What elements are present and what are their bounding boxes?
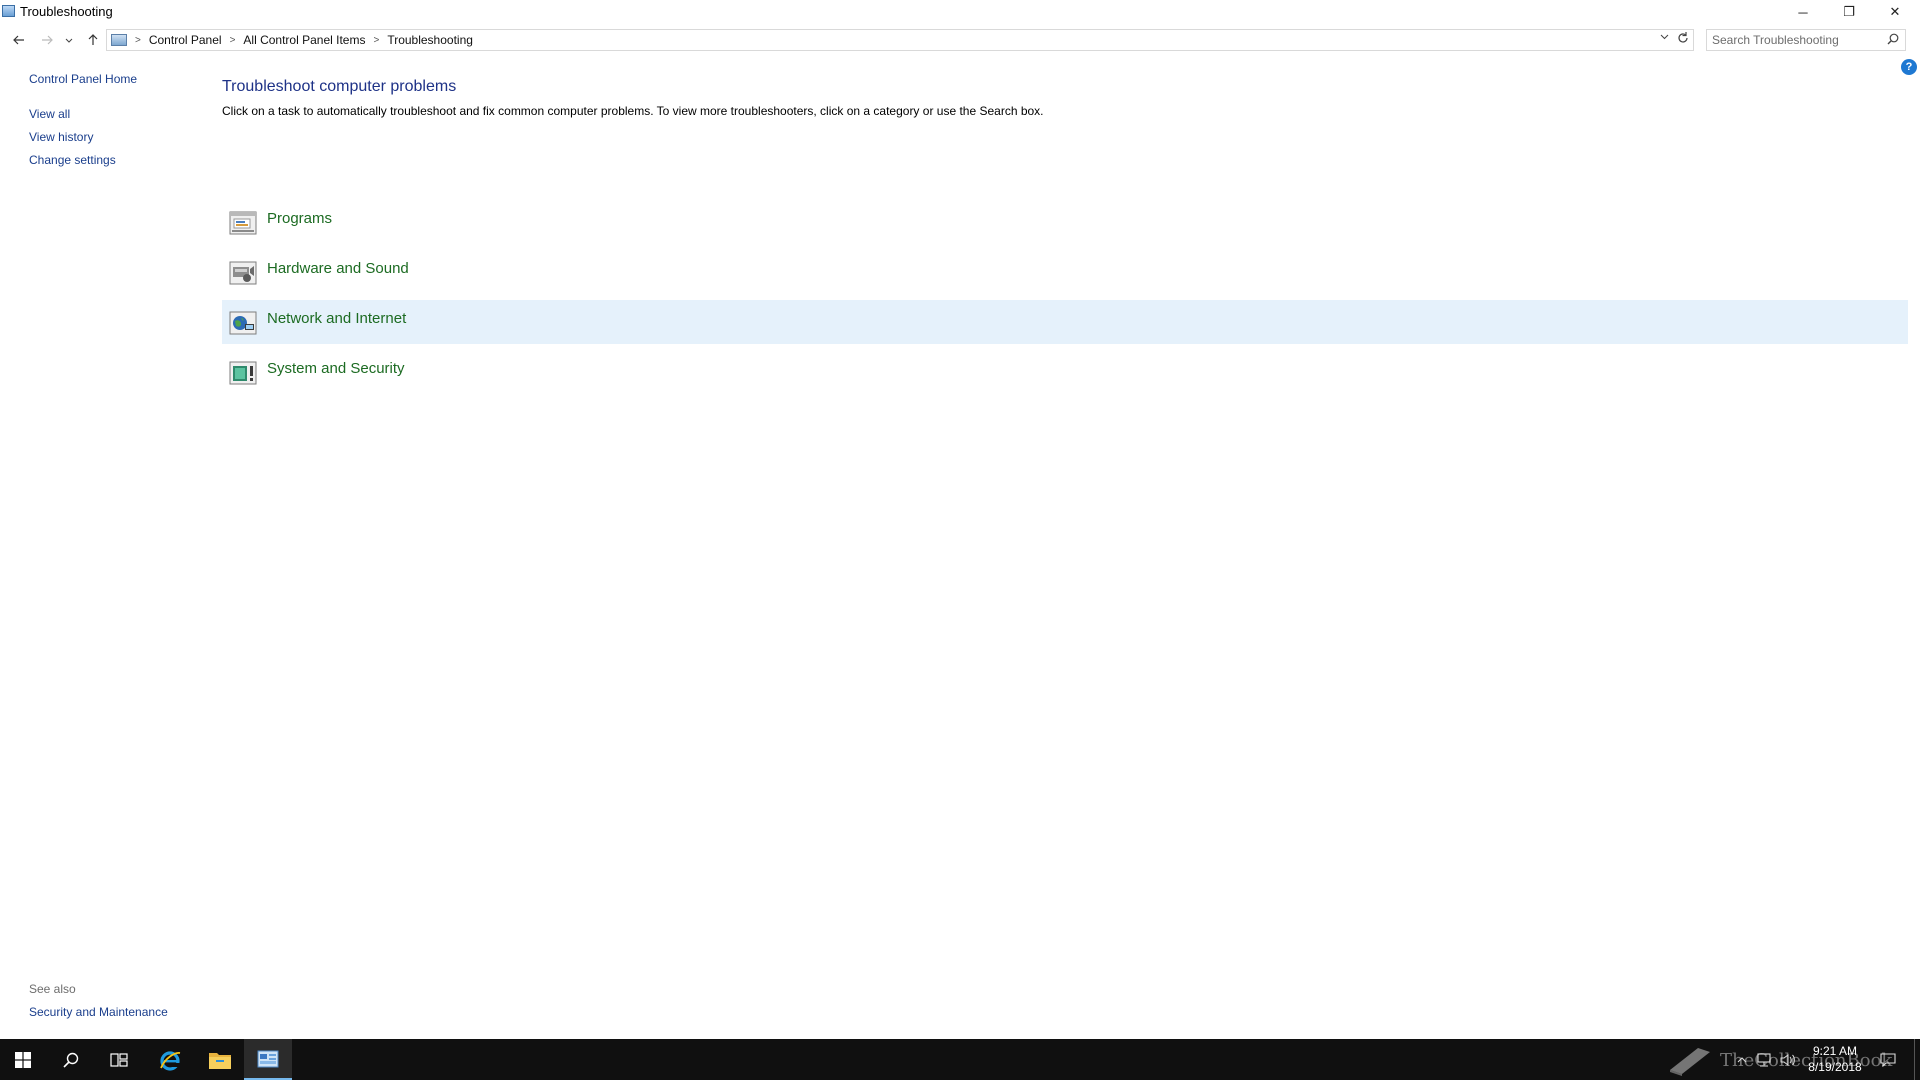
taskbar-clock[interactable]: 9:21 AM 8/19/2018 <box>1800 1043 1870 1075</box>
control-panel-icon <box>257 1050 279 1067</box>
category-hardware-and-sound[interactable]: Hardware and Sound <box>222 250 1908 294</box>
breadcrumb-separator-icon[interactable]: > <box>135 35 141 46</box>
clock-time: 9:21 AM <box>1812 1044 1858 1058</box>
volume-tray-button[interactable] <box>1778 1039 1798 1080</box>
page-description: Click on a task to automatically trouble… <box>222 104 1044 118</box>
show-hidden-icons-button[interactable] <box>1733 1039 1751 1080</box>
restore-button[interactable]: ❐ <box>1826 0 1872 24</box>
page-title: Troubleshoot computer problems <box>222 78 457 95</box>
breadcrumb-separator-icon[interactable]: > <box>373 35 379 46</box>
search-box[interactable] <box>1706 29 1906 51</box>
category-label[interactable]: Hardware and Sound <box>267 260 409 277</box>
help-icon[interactable]: ? <box>1901 59 1917 75</box>
navigation-bar: > Control Panel > All Control Panel Item… <box>0 28 1920 52</box>
windows-start-icon <box>15 1051 31 1068</box>
arrow-right-icon <box>42 35 53 45</box>
close-button[interactable]: ✕ <box>1872 0 1918 24</box>
recent-locations-button[interactable] <box>62 28 76 52</box>
minimize-button[interactable]: ─ <box>1780 0 1826 24</box>
book-icon <box>1670 1048 1710 1076</box>
clock-date: 8/19/2018 <box>1808 1060 1862 1074</box>
troubleshooting-window: Troubleshooting ─ ❐ ✕ > Control Panel > … <box>0 0 1920 1039</box>
hardware-sound-icon <box>229 261 257 285</box>
start-button[interactable] <box>0 1039 46 1080</box>
task-view-icon <box>110 1052 128 1067</box>
left-pane: Control Panel Home View all View history… <box>0 60 200 1040</box>
breadcrumb-control-panel[interactable]: Control Panel <box>149 33 222 47</box>
control-panel-icon <box>111 34 127 46</box>
control-panel-app-icon <box>2 5 15 17</box>
search-input[interactable] <box>1712 33 1882 47</box>
volume-icon <box>1780 1053 1795 1066</box>
file-explorer-button[interactable] <box>196 1039 244 1080</box>
programs-icon <box>229 211 257 235</box>
change-settings-link[interactable]: Change settings <box>29 153 116 167</box>
chevron-down-icon <box>65 38 73 43</box>
network-tray-button[interactable] <box>1754 1039 1774 1080</box>
internet-explorer-icon <box>160 1050 181 1071</box>
arrow-left-icon <box>13 35 24 45</box>
view-history-link[interactable]: View history <box>29 130 93 144</box>
category-label[interactable]: System and Security <box>267 360 405 377</box>
breadcrumb-troubleshooting[interactable]: Troubleshooting <box>387 33 473 47</box>
network-internet-icon <box>229 311 257 335</box>
view-all-link[interactable]: View all <box>29 107 70 121</box>
address-bar[interactable]: > Control Panel > All Control Panel Item… <box>106 29 1694 51</box>
chevron-up-icon <box>1737 1056 1747 1062</box>
action-center-button[interactable] <box>1876 1039 1900 1080</box>
security-and-maintenance-link[interactable]: Security and Maintenance <box>29 1005 168 1019</box>
category-programs[interactable]: Programs <box>222 200 1908 244</box>
refresh-icon[interactable] <box>1677 31 1689 48</box>
search-icon <box>63 1052 79 1068</box>
category-network-and-internet[interactable]: Network and Internet <box>222 300 1908 344</box>
address-dropdown-icon[interactable] <box>1660 32 1669 43</box>
arrow-up-icon <box>88 34 98 45</box>
taskbar: TheCollectionBook 9:21 AM 8/19/2018 <box>0 1039 1920 1080</box>
up-button[interactable] <box>82 28 104 52</box>
file-explorer-icon <box>209 1052 231 1069</box>
back-button[interactable] <box>8 28 30 52</box>
notification-icon <box>1880 1052 1896 1067</box>
internet-explorer-button[interactable] <box>146 1039 194 1080</box>
control-panel-taskbar-button[interactable] <box>244 1039 292 1080</box>
taskbar-search-button[interactable] <box>48 1039 94 1080</box>
breadcrumb-all-items[interactable]: All Control Panel Items <box>243 33 365 47</box>
task-view-button[interactable] <box>96 1039 142 1080</box>
category-label[interactable]: Network and Internet <box>267 310 406 327</box>
window-title: Troubleshooting <box>20 4 113 19</box>
breadcrumb-separator-icon[interactable]: > <box>230 35 236 46</box>
title-bar: Troubleshooting ─ ❐ ✕ <box>0 0 1920 24</box>
search-icon[interactable] <box>1887 33 1899 48</box>
category-label[interactable]: Programs <box>267 210 332 227</box>
network-icon <box>1757 1052 1771 1067</box>
control-panel-home-link[interactable]: Control Panel Home <box>29 72 137 86</box>
category-system-and-security[interactable]: System and Security <box>222 350 1908 394</box>
see-also-label: See also <box>29 982 76 996</box>
forward-button[interactable] <box>36 28 58 52</box>
system-security-icon <box>229 361 257 385</box>
show-desktop-button[interactable] <box>1914 1039 1920 1080</box>
